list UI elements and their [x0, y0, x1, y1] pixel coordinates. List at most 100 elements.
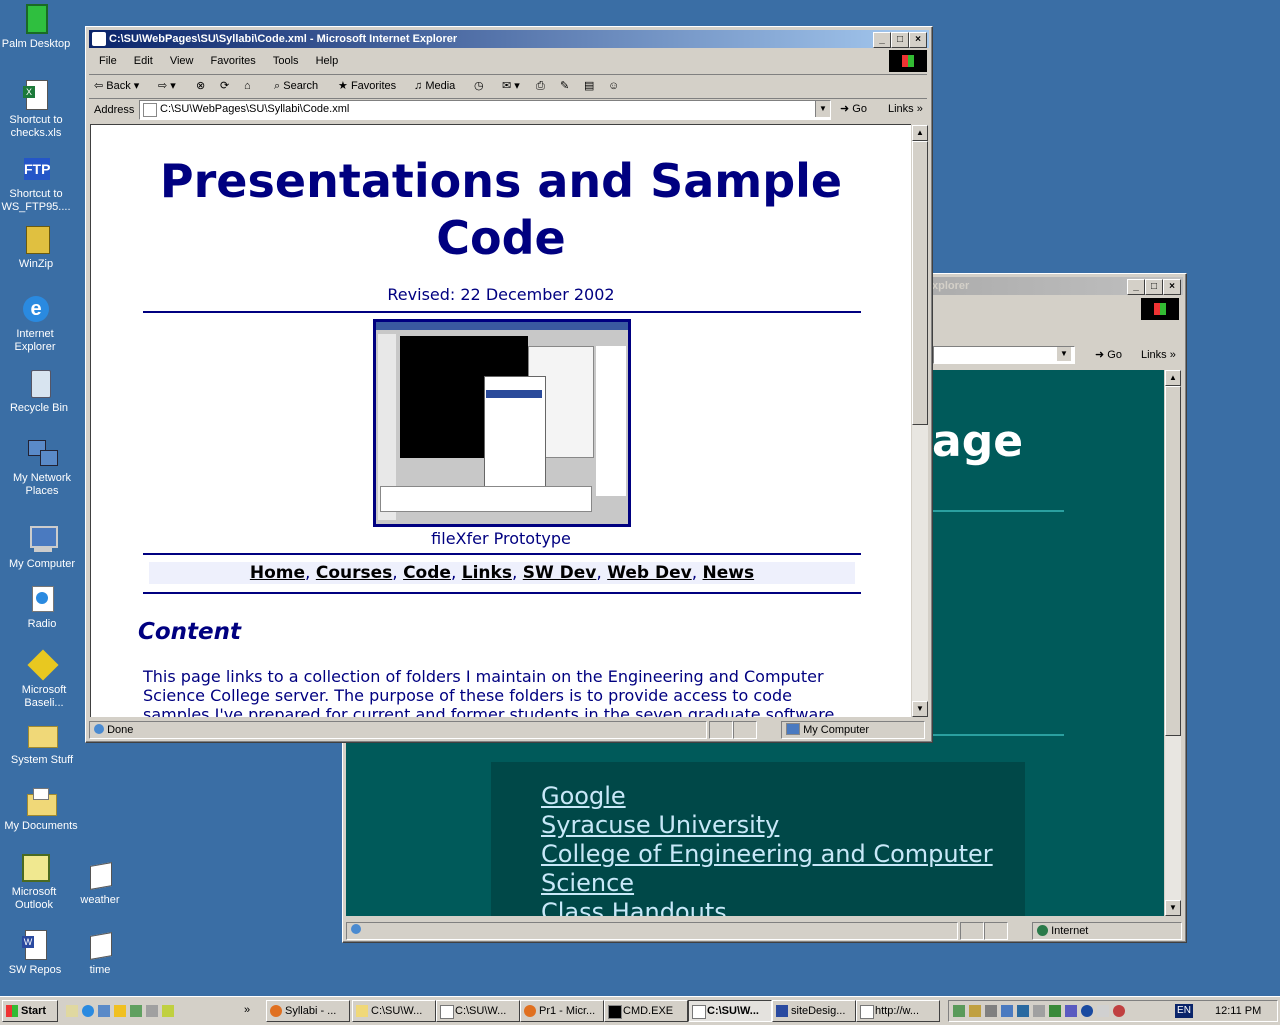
- scroll-thumb[interactable]: [1165, 386, 1181, 736]
- history-button[interactable]: ◷: [474, 75, 484, 97]
- messenger-button[interactable]: ☺: [608, 75, 619, 97]
- menu-tools[interactable]: Tools: [266, 52, 306, 70]
- media-button[interactable]: ♫ Media: [414, 75, 455, 97]
- task-button[interactable]: C:\SU\W...: [352, 1000, 436, 1022]
- vertical-scrollbar[interactable]: ▲ ▼: [912, 125, 928, 717]
- desktop-icon-system-stuff[interactable]: System Stuff: [4, 720, 80, 767]
- tray-icon[interactable]: [969, 1005, 981, 1017]
- desktop-icon-time[interactable]: time: [62, 930, 138, 977]
- dropdown-arrow-icon[interactable]: ▼: [815, 101, 830, 117]
- print-button[interactable]: ⎙: [536, 75, 545, 97]
- go-button[interactable]: ➜ Go: [840, 101, 867, 117]
- tray-icon[interactable]: [1097, 1005, 1109, 1017]
- nav-news[interactable]: News: [703, 563, 755, 583]
- quick-launch-icon[interactable]: [162, 1005, 174, 1017]
- desktop-icon-my-documents[interactable]: My Documents: [3, 786, 79, 833]
- links-button[interactable]: Links »: [888, 101, 923, 117]
- refresh-button[interactable]: ⟳: [220, 75, 229, 97]
- home-button[interactable]: ⌂: [244, 75, 251, 97]
- task-button[interactable]: Pr1 - Micr...: [520, 1000, 604, 1022]
- start-button[interactable]: Start: [2, 1000, 58, 1022]
- desktop-icon-baseline[interactable]: Microsoft Baseli...: [6, 649, 82, 710]
- internet-explorer-icon[interactable]: [82, 1005, 94, 1017]
- close-button[interactable]: ×: [1163, 279, 1181, 295]
- scroll-up-icon[interactable]: ▲: [1165, 370, 1181, 386]
- task-button-active[interactable]: C:\SU\W...: [688, 1000, 772, 1022]
- desktop-icon-radio[interactable]: Radio: [4, 584, 80, 631]
- show-desktop-icon[interactable]: [66, 1005, 78, 1017]
- tray-icon[interactable]: [985, 1005, 997, 1017]
- minimize-button[interactable]: _: [873, 32, 891, 48]
- menu-file[interactable]: File: [92, 52, 124, 70]
- link-science[interactable]: Science: [541, 869, 993, 898]
- tray-icon[interactable]: [1065, 1005, 1077, 1017]
- tray-icon[interactable]: [1033, 1005, 1045, 1017]
- outlook-express-icon[interactable]: [98, 1005, 110, 1017]
- link-google[interactable]: Google: [541, 782, 993, 811]
- close-button[interactable]: ×: [909, 32, 927, 48]
- desktop-icon-network-places[interactable]: My Network Places: [4, 438, 80, 498]
- tray-icon[interactable]: [1017, 1005, 1029, 1017]
- desktop-icon-palm-desktop[interactable]: Palm Desktop: [0, 4, 74, 51]
- scroll-down-icon[interactable]: ▼: [912, 701, 928, 717]
- minimize-button[interactable]: _: [1127, 279, 1145, 295]
- scroll-up-icon[interactable]: ▲: [912, 125, 928, 141]
- task-button[interactable]: siteDesig...: [772, 1000, 856, 1022]
- links-button[interactable]: Links »: [1141, 346, 1176, 364]
- scroll-thumb[interactable]: [912, 141, 928, 425]
- clock[interactable]: 12:11 PM: [1215, 1001, 1261, 1021]
- tray-icon[interactable]: [1113, 1005, 1125, 1017]
- task-button[interactable]: Syllabi - ...: [266, 1000, 350, 1022]
- language-indicator[interactable]: EN: [1175, 1004, 1193, 1018]
- address-input[interactable]: C:\SU\WebPages\SU\Syllabi\Code.xml ▼: [139, 100, 831, 120]
- forward-button[interactable]: ⇨ ▾: [158, 75, 176, 97]
- nav-sw-dev[interactable]: SW Dev: [523, 563, 597, 583]
- vertical-scrollbar[interactable]: ▲ ▼: [1165, 370, 1181, 916]
- maximize-button[interactable]: □: [1145, 279, 1163, 295]
- task-button[interactable]: CMD.EXE: [604, 1000, 688, 1022]
- stop-button[interactable]: ⊗: [196, 75, 205, 97]
- scroll-down-icon[interactable]: ▼: [1165, 900, 1181, 916]
- media-player-icon[interactable]: [114, 1005, 126, 1017]
- nav-home[interactable]: Home: [250, 563, 305, 583]
- task-button[interactable]: C:\SU\W...: [436, 1000, 520, 1022]
- nav-code[interactable]: Code: [403, 563, 451, 583]
- nav-courses[interactable]: Courses: [316, 563, 392, 583]
- link-syracuse-university[interactable]: Syracuse University: [541, 811, 993, 840]
- maximize-button[interactable]: □: [891, 32, 909, 48]
- menu-edit[interactable]: Edit: [127, 52, 160, 70]
- discuss-button[interactable]: ▤: [584, 75, 594, 97]
- desktop-icon-recycle-bin[interactable]: Recycle Bin: [1, 368, 77, 415]
- task-button[interactable]: http://w...: [856, 1000, 940, 1022]
- edit-button[interactable]: ✎: [560, 75, 569, 97]
- desktop-icon-checks[interactable]: X Shortcut to checks.xls: [0, 80, 74, 140]
- link-college-engineering[interactable]: College of Engineering and Computer: [541, 840, 993, 869]
- active-browser-window[interactable]: C:\SU\WebPages\SU\Syllabi\Code.xml - Mic…: [85, 26, 933, 743]
- favorites-button[interactable]: ★ Favorites: [338, 75, 396, 97]
- desktop-icon-weather[interactable]: weather: [62, 860, 138, 907]
- tray-icon[interactable]: [953, 1005, 965, 1017]
- back-button[interactable]: ⇦ Back ▾: [94, 75, 139, 97]
- tray-icon[interactable]: [1001, 1005, 1013, 1017]
- desktop-icon-my-computer[interactable]: My Computer: [4, 524, 80, 571]
- menu-view[interactable]: View: [163, 52, 201, 70]
- quick-launch-icon[interactable]: [146, 1005, 158, 1017]
- dropdown-arrow-icon[interactable]: ▼: [1057, 347, 1071, 361]
- desktop-icon-wsftp[interactable]: FTP Shortcut to WS_FTP95....: [0, 154, 74, 214]
- nav-links[interactable]: Links: [462, 563, 512, 583]
- quick-launch-icon[interactable]: [130, 1005, 142, 1017]
- mail-button[interactable]: ✉ ▾: [502, 75, 520, 97]
- menu-favorites[interactable]: Favorites: [204, 52, 263, 70]
- tray-icon[interactable]: [1081, 1005, 1093, 1017]
- desktop-icon-internet-explorer[interactable]: e Internet Explorer: [0, 294, 73, 354]
- quick-launch-more-icon[interactable]: »: [244, 1000, 250, 1020]
- search-button[interactable]: ⌕ Search: [274, 75, 318, 97]
- filexfer-screenshot-image[interactable]: [373, 319, 631, 527]
- link-class-handouts[interactable]: Class Handouts: [541, 898, 993, 916]
- active-window-titlebar[interactable]: C:\SU\WebPages\SU\Syllabi\Code.xml - Mic…: [89, 30, 929, 48]
- desktop-icon-winzip[interactable]: WinZip: [0, 224, 74, 271]
- tray-icon[interactable]: [1049, 1005, 1061, 1017]
- menu-help[interactable]: Help: [309, 52, 346, 70]
- address-combo[interactable]: ▼: [933, 346, 1075, 364]
- nav-web-dev[interactable]: Web Dev: [607, 563, 692, 583]
